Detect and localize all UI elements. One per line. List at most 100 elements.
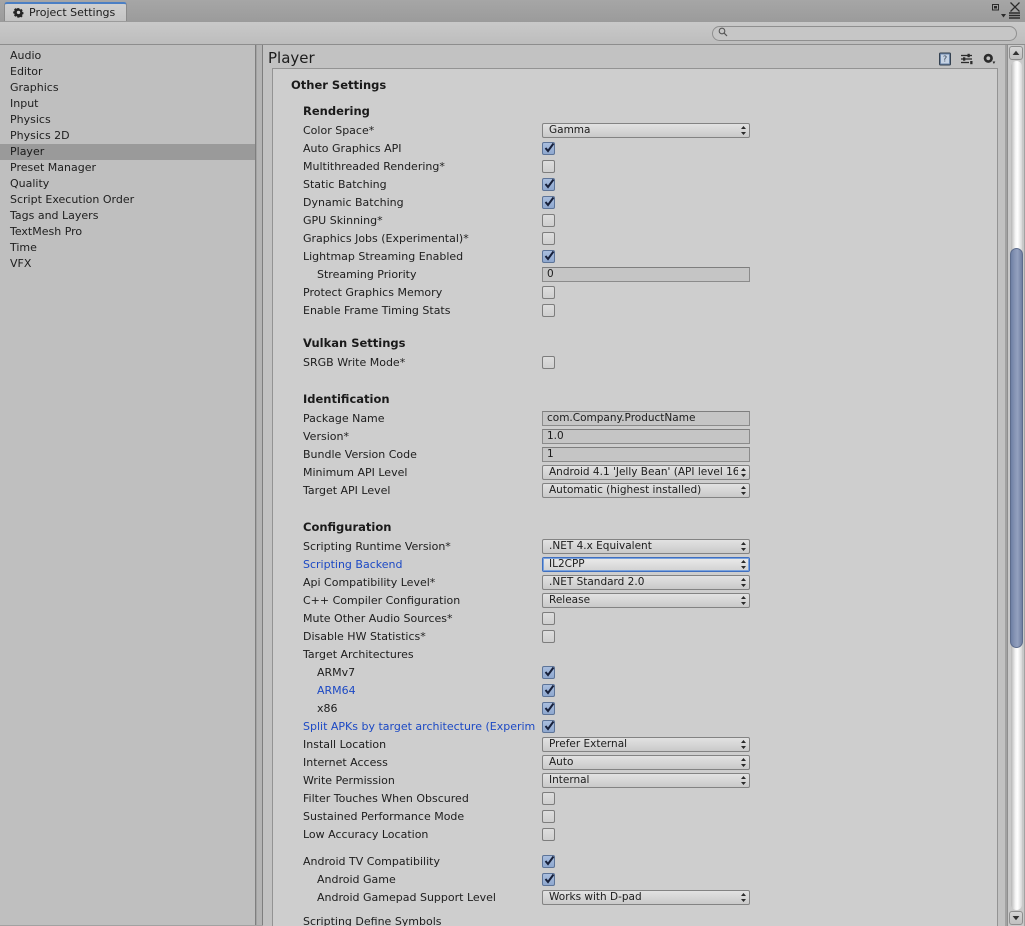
chevron-updown-icon <box>738 757 749 768</box>
cpp-compiler-dropdown[interactable]: Release <box>542 592 750 608</box>
preset-sliders-icon[interactable] <box>960 52 974 69</box>
sidebar-item-quality[interactable]: Quality <box>0 176 255 192</box>
search-field[interactable] <box>712 26 1017 41</box>
low-accuracy-location-checkbox[interactable] <box>542 827 555 841</box>
version-field[interactable] <box>542 428 750 444</box>
scripting-backend-dropdown[interactable]: IL2CPP <box>542 556 750 572</box>
scripting-runtime-dropdown[interactable]: .NET 4.x Equivalent <box>542 538 750 554</box>
target-api-level-label: Target API Level <box>303 483 391 497</box>
sidebar-item-label: Time <box>10 241 37 254</box>
minimum-api-level-dropdown[interactable]: Android 4.1 'Jelly Bean' (API level 16 <box>542 464 750 480</box>
sidebar-item-time[interactable]: Time <box>0 240 255 256</box>
multithreaded-rendering-label: Multithreaded Rendering* <box>303 159 445 173</box>
gamepad-support-dropdown[interactable]: Works with D-pad <box>542 889 750 905</box>
sidebar-item-editor[interactable]: Editor <box>0 64 255 80</box>
sidebar-item-physics-2d[interactable]: Physics 2D <box>0 128 255 144</box>
vertical-scrollbar[interactable] <box>1007 45 1024 926</box>
scrollbar-thumb[interactable] <box>1010 248 1023 648</box>
package-name-label: Package Name <box>303 411 385 425</box>
filter-touches-checkbox[interactable] <box>542 791 555 805</box>
api-compatibility-dropdown[interactable]: .NET Standard 2.0 <box>542 574 750 590</box>
panel-menu-icon[interactable] <box>1000 11 1021 20</box>
bundle-version-code-field[interactable] <box>542 446 750 462</box>
mute-audio-checkbox[interactable] <box>542 611 555 625</box>
arm64-checkbox[interactable] <box>542 683 555 697</box>
chevron-updown-icon <box>738 775 749 786</box>
streaming-priority-label: Streaming Priority <box>317 267 417 281</box>
android-game-checkbox[interactable] <box>542 872 555 886</box>
settings-category-sidebar: Audio Editor Graphics Input Physics Phys… <box>0 45 256 925</box>
tab-project-settings[interactable]: Project Settings <box>4 2 128 21</box>
armv7-checkbox[interactable] <box>542 665 555 679</box>
bundle-version-code-input[interactable] <box>543 448 749 460</box>
dynamic-batching-checkbox[interactable] <box>542 195 555 209</box>
scroll-down-arrow-icon[interactable] <box>1009 911 1023 925</box>
search-input[interactable] <box>731 28 1001 39</box>
row-multithreaded-rendering: Multithreaded Rendering* <box>273 157 997 175</box>
help-book-icon[interactable]: ? <box>938 52 952 69</box>
install-location-value: Prefer External <box>549 738 628 750</box>
protect-graphics-memory-label: Protect Graphics Memory <box>303 285 443 299</box>
package-name-input[interactable] <box>543 412 749 424</box>
x86-checkbox[interactable] <box>542 701 555 715</box>
srgb-write-mode-checkbox[interactable] <box>542 355 555 369</box>
row-arm64: ARM64 <box>273 681 997 699</box>
version-input[interactable] <box>543 430 749 442</box>
svg-text:?: ? <box>943 55 947 64</box>
gpu-skinning-label: GPU Skinning* <box>303 213 383 227</box>
row-gpu-skinning: GPU Skinning* <box>273 211 997 229</box>
install-location-dropdown[interactable]: Prefer External <box>542 736 750 752</box>
sidebar-item-tags-and-layers[interactable]: Tags and Layers <box>0 208 255 224</box>
write-permission-dropdown[interactable]: Internal <box>542 772 750 788</box>
target-api-level-dropdown[interactable]: Automatic (highest installed) <box>542 482 750 498</box>
check-icon <box>544 666 555 678</box>
gpu-skinning-checkbox[interactable] <box>542 213 555 227</box>
sidebar-item-audio[interactable]: Audio <box>0 48 255 64</box>
split-apks-checkbox[interactable] <box>542 719 555 733</box>
minimum-api-level-label: Minimum API Level <box>303 465 408 479</box>
streaming-priority-input[interactable] <box>543 268 749 280</box>
static-batching-checkbox[interactable] <box>542 177 555 191</box>
enable-frame-timing-checkbox[interactable] <box>542 303 555 317</box>
settings-gear-icon[interactable] <box>982 52 997 69</box>
android-tv-checkbox[interactable] <box>542 854 555 868</box>
row-bundle-version-code: Bundle Version Code <box>273 445 997 463</box>
section-heading-configuration: Configuration <box>303 520 392 534</box>
row-scripting-runtime-version: Scripting Runtime Version* .NET 4.x Equi… <box>273 537 997 555</box>
streaming-priority-field[interactable] <box>542 266 750 282</box>
row-streaming-priority: Streaming Priority <box>273 265 997 283</box>
internet-access-dropdown[interactable]: Auto <box>542 754 750 770</box>
protect-graphics-memory-checkbox[interactable] <box>542 285 555 299</box>
sidebar-item-preset-manager[interactable]: Preset Manager <box>0 160 255 176</box>
android-tv-label: Android TV Compatibility <box>303 854 440 868</box>
target-api-level-value: Automatic (highest installed) <box>549 484 702 496</box>
chevron-updown-icon <box>738 739 749 750</box>
sustained-performance-checkbox[interactable] <box>542 809 555 823</box>
sidebar-item-label: Tags and Layers <box>10 209 99 222</box>
section-heading-identification: Identification <box>303 392 390 406</box>
search-icon <box>718 27 728 40</box>
title-bar: Project Settings <box>0 0 1025 23</box>
multithreaded-rendering-checkbox[interactable] <box>542 159 555 173</box>
sidebar-item-label: Player <box>10 145 45 158</box>
color-space-value: Gamma <box>549 124 591 136</box>
disable-hw-stats-checkbox[interactable] <box>542 629 555 643</box>
sidebar-item-vfx[interactable]: VFX <box>0 256 255 272</box>
scroll-up-arrow-icon[interactable] <box>1009 46 1023 60</box>
color-space-dropdown[interactable]: Gamma <box>542 122 750 138</box>
check-icon <box>544 684 555 696</box>
sidebar-item-physics[interactable]: Physics <box>0 112 255 128</box>
sidebar-item-input[interactable]: Input <box>0 96 255 112</box>
sidebar-item-graphics[interactable]: Graphics <box>0 80 255 96</box>
sidebar-item-player[interactable]: Player <box>0 144 255 160</box>
graphics-jobs-checkbox[interactable] <box>542 231 555 245</box>
sidebar-item-script-execution-order[interactable]: Script Execution Order <box>0 192 255 208</box>
chevron-updown-icon <box>738 125 749 136</box>
auto-graphics-api-checkbox[interactable] <box>542 141 555 155</box>
lightmap-streaming-checkbox[interactable] <box>542 249 555 263</box>
package-name-field[interactable] <box>542 410 750 426</box>
sidebar-item-textmesh-pro[interactable]: TextMesh Pro <box>0 224 255 240</box>
